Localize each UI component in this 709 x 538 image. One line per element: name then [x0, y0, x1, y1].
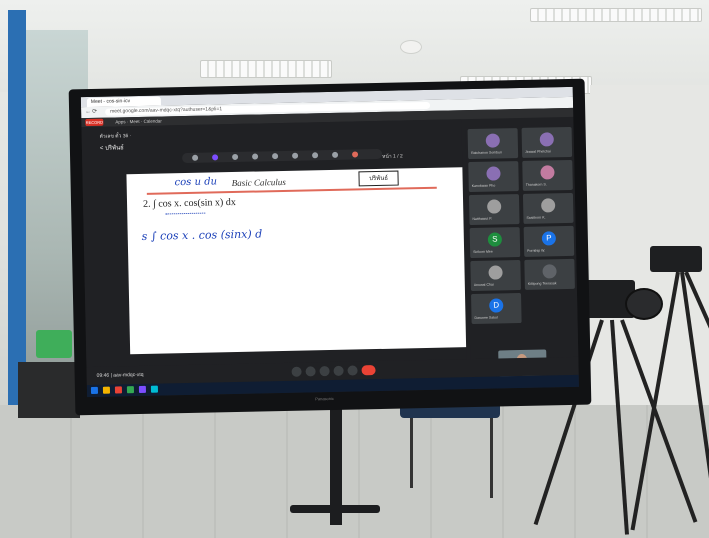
- participant-name: Jirawat Phetchai: [525, 149, 551, 154]
- participant-tile[interactable]: Anuwat Chai: [470, 260, 521, 292]
- whiteboard-page[interactable]: cos u du Basic Calculus ปริพันธ์ 2. ∫ co…: [126, 167, 467, 355]
- ink-working: s ∫ cos x . cos (sinx) d: [141, 227, 263, 243]
- app-icon[interactable]: [126, 386, 135, 394]
- participant-tile[interactable]: S Sirikorn Mee: [469, 227, 521, 259]
- ink-underline: [165, 209, 206, 215]
- laser-icon[interactable]: [332, 151, 339, 158]
- record-badge[interactable]: RECORD: [85, 118, 104, 127]
- participant-tile[interactable]: Kittipong Teerasak: [524, 258, 575, 290]
- color-icon[interactable]: [352, 151, 359, 158]
- monitor-screen: Meet - cos-sin-icv ← ⟳ meet.google.com/a…: [80, 86, 579, 398]
- ceiling-light: [530, 8, 702, 22]
- avatar: [488, 265, 503, 280]
- participant-name: Kanokwan Pho: [471, 183, 496, 189]
- avatar: [542, 264, 557, 279]
- participant-tile[interactable]: P Pornthip W.: [523, 225, 575, 257]
- participant-tile[interactable]: Thanakorn S.: [522, 159, 573, 191]
- participant-tile[interactable]: Kanokwan Pho: [468, 161, 519, 193]
- problem-text: 2. ∫ cos x. cos(sin x) dx: [142, 196, 236, 210]
- avatar: [541, 198, 556, 213]
- ceiling-light: [200, 60, 332, 78]
- hangup-icon[interactable]: [361, 365, 376, 376]
- page-title: Basic Calculus: [231, 176, 286, 189]
- shape-icon[interactable]: [252, 153, 259, 160]
- participant-tile[interactable]: Sasithorn K.: [522, 192, 574, 224]
- ink-annotation: cos u du: [174, 176, 218, 189]
- page-indicator: หน้า 1 / 2: [382, 153, 403, 160]
- participant-tile[interactable]: Ratchanon Sombun: [467, 128, 519, 160]
- pen-icon[interactable]: [192, 154, 199, 161]
- chrome-icon[interactable]: [114, 386, 123, 394]
- app-icon[interactable]: [138, 385, 147, 394]
- chair-leg: [490, 418, 493, 498]
- bookmark-label[interactable]: Apps · Meet · Calendar: [115, 117, 162, 125]
- avatar: [539, 132, 554, 147]
- participant-name: Sirikorn Mee: [473, 249, 493, 255]
- avatar: S: [487, 232, 503, 247]
- participant-name: Darunee Sakul: [474, 315, 498, 320]
- participant-name: Anuwat Chai: [473, 282, 494, 287]
- divider-line: [146, 186, 437, 195]
- avatar: [540, 165, 555, 180]
- highlighter-icon[interactable]: [212, 154, 219, 161]
- participant-name: Natthawut P.: [472, 216, 493, 222]
- camera-lens: [625, 288, 663, 320]
- chair-leg: [410, 418, 413, 488]
- back-icon[interactable]: ←: [85, 109, 91, 116]
- classroom-scene: Meet - cos-sin-icv ← ⟳ meet.google.com/a…: [0, 0, 709, 538]
- camcorder: [650, 246, 702, 272]
- smoke-detector: [400, 40, 422, 54]
- participant-tile[interactable]: D Darunee Sakul: [471, 293, 522, 325]
- cabinet: [18, 362, 80, 418]
- monitor-brand: Panasonic: [315, 395, 334, 402]
- monitor-stand-base: [290, 505, 380, 513]
- text-icon[interactable]: [312, 152, 319, 159]
- participant-name: Sasithorn K.: [526, 215, 546, 220]
- avatar: P: [541, 231, 557, 246]
- avatar: [486, 166, 501, 181]
- participant-name: Kittipong Teerasak: [527, 281, 557, 286]
- participant-name: Pornthip W.: [527, 248, 546, 253]
- meeting-time: 09:46 | aav-mdqc-xtq: [96, 371, 144, 379]
- floor: [0, 405, 709, 538]
- display-monitor: Meet - cos-sin-icv ← ⟳ meet.google.com/a…: [68, 78, 592, 416]
- avatar: D: [489, 298, 504, 313]
- participant-tile[interactable]: Natthawut P.: [468, 194, 520, 226]
- window-frame: [8, 10, 26, 405]
- avatar: [485, 133, 500, 148]
- participant-name: Thanakorn S.: [525, 182, 547, 187]
- back-link[interactable]: < ปริพันธ์: [100, 142, 124, 152]
- eraser-icon[interactable]: [232, 153, 239, 161]
- explorer-icon[interactable]: [102, 386, 111, 394]
- green-basket: [36, 330, 72, 358]
- doc-header: ตัวเลข ตั๋ว 36 ·: [99, 133, 132, 140]
- reload-icon[interactable]: ⟳: [92, 109, 97, 116]
- participant-name: Ratchanon Sombun: [471, 150, 503, 156]
- participant-tile[interactable]: Jirawat Phetchai: [521, 126, 573, 158]
- undo-icon[interactable]: [272, 153, 279, 160]
- redo-icon[interactable]: [292, 152, 299, 159]
- app-icon[interactable]: [150, 385, 159, 393]
- start-icon[interactable]: [90, 386, 99, 395]
- participants-panel: Ratchanon Sombun Jirawat Phetchai Kanokwan…: [465, 124, 579, 360]
- avatar: [487, 199, 502, 214]
- boxed-label: ปริพันธ์: [358, 170, 399, 187]
